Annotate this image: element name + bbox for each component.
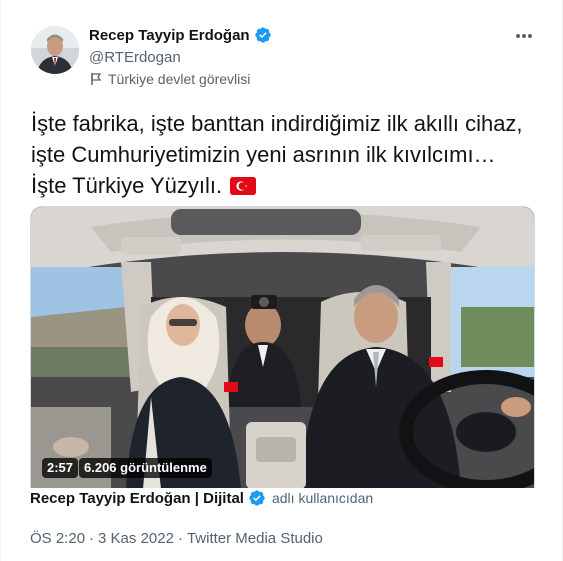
avatar[interactable] — [31, 26, 79, 74]
government-flag-icon — [91, 73, 102, 85]
verified-icon — [249, 490, 265, 506]
author-name[interactable]: Recep Tayyip Erdoğan — [89, 27, 250, 44]
government-label[interactable]: Türkiye devlet görevlisi — [89, 71, 250, 87]
media-attribution[interactable]: Recep Tayyip Erdoğan | Dijital adlı kull… — [30, 489, 373, 507]
author-name-row[interactable]: Recep Tayyip Erdoğan — [89, 26, 272, 44]
tweet-date[interactable]: 3 Kas 2022 — [98, 530, 174, 547]
video-views-badge: 6.206 görüntülenme — [79, 458, 212, 478]
meta-separator: · — [89, 530, 95, 547]
avatar-image — [31, 26, 79, 74]
author-handle[interactable]: @RTErdogan — [89, 49, 181, 66]
more-icon[interactable] — [514, 26, 534, 46]
tweet-source[interactable]: Twitter Media Studio — [187, 530, 323, 547]
tweet-text-body: İşte fabrika, işte banttan indirdiğimiz … — [31, 111, 523, 198]
verified-icon — [254, 27, 271, 43]
more-dots — [516, 34, 532, 38]
tweet-card: Recep Tayyip Erdoğan @RTErdogan Türkiye … — [0, 0, 563, 561]
tweet-text: İşte fabrika, işte banttan indirdiğimiz … — [31, 108, 531, 201]
video-player[interactable]: 2:57 6.206 görüntülenme — [30, 206, 535, 488]
government-label-text: Türkiye devlet görevlisi — [108, 71, 251, 87]
attribution-name[interactable]: Recep Tayyip Erdoğan | Dijital — [30, 490, 244, 507]
video-duration-badge: 2:57 — [42, 458, 79, 478]
attribution-suffix: adlı kullanıcıdan — [271, 490, 374, 506]
tweet-meta: ÖS 2:20 · 3 Kas 2022 · Twitter Media Stu… — [30, 530, 323, 547]
tweet-time[interactable]: ÖS 2:20 — [30, 530, 85, 547]
turkey-flag-icon — [230, 177, 257, 195]
meta-separator: · — [177, 530, 183, 547]
video-thumbnail — [31, 207, 534, 488]
